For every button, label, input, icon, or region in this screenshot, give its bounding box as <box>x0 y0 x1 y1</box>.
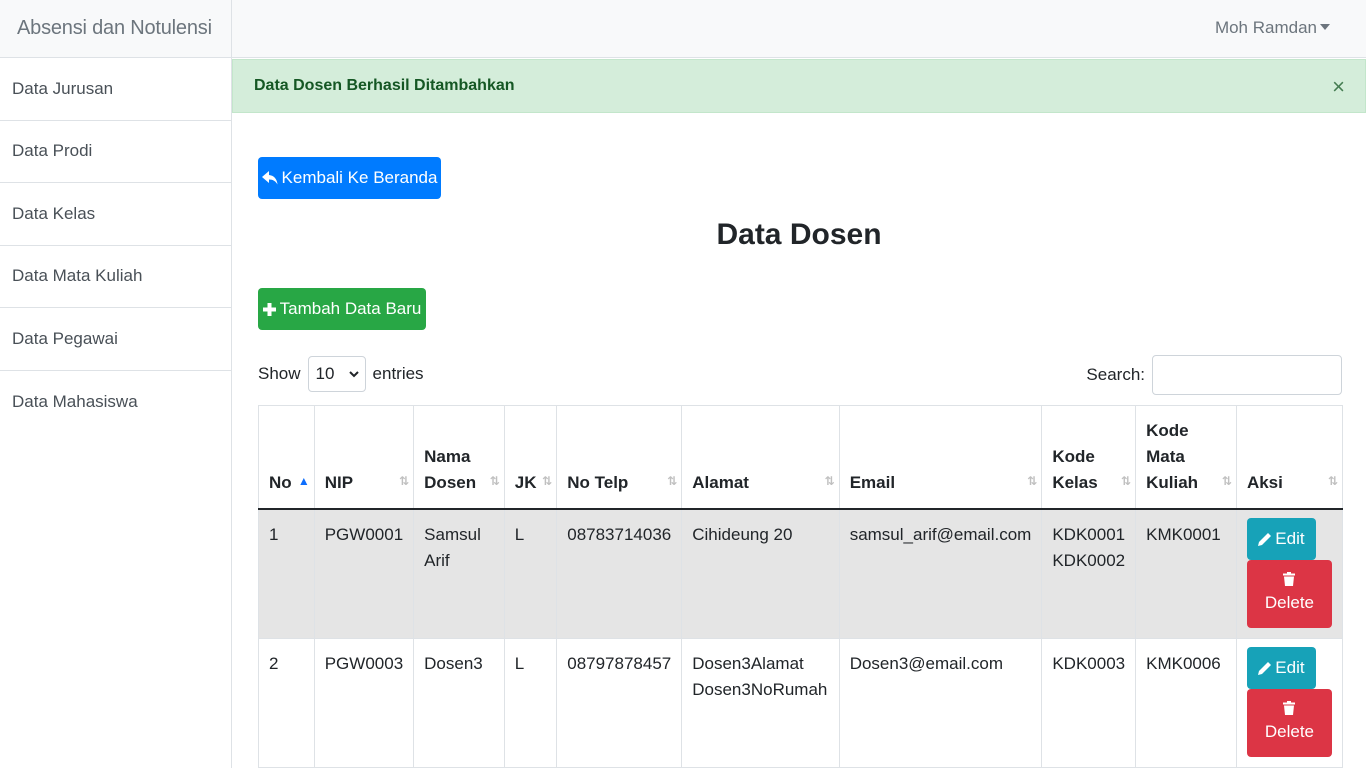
delete-button[interactable]: Delete <box>1246 688 1332 757</box>
column-header-kode-kelas[interactable]: Kode Kelas ⇅ <box>1041 405 1137 510</box>
pencil-icon <box>1258 532 1272 546</box>
back-button-label: Kembali Ke Beranda <box>281 168 438 187</box>
cell-nip: PGW0003 <box>313 637 415 768</box>
entries-select-value: 10 <box>315 364 335 383</box>
search-input[interactable] <box>1152 355 1342 395</box>
cell-nip: PGW0001 <box>313 508 415 639</box>
column-header-nip[interactable]: NIP ⇅ <box>313 405 415 510</box>
table-search: Search: <box>1086 355 1342 395</box>
cell-alamat: Dosen3Alamat Dosen3NoRumah <box>681 637 840 768</box>
column-header-no[interactable]: No ▲ <box>258 405 315 510</box>
trash-icon <box>1283 571 1296 586</box>
cell-nama: Samsul Arif <box>413 508 505 639</box>
entries-label: entries <box>372 364 424 383</box>
cell-no: 1 <box>258 508 315 639</box>
sort-asc-icon: ▲ <box>297 473 310 488</box>
search-label: Search: <box>1086 365 1145 384</box>
delete-button[interactable]: Delete <box>1246 559 1332 628</box>
sidebar-item-data-pegawai[interactable]: Data Pegawai <box>0 308 231 371</box>
trash-icon <box>1283 700 1296 715</box>
column-header-kode-mata-kuliah[interactable]: Kode Mata Kuliah ⇅ <box>1135 405 1237 510</box>
cell-telp: 08783714036 <box>556 508 683 639</box>
cell-telp: 08797878457 <box>556 637 683 768</box>
pencil-icon <box>1258 661 1272 675</box>
sidebar: Absensi dan Notulensi Data Jurusan Data … <box>0 0 232 768</box>
sort-icon: ⇅ <box>489 473 500 488</box>
dosen-table: No ▲ NIP ⇅ Nama Dosen ⇅ JK ⇅ No Telp ⇅ Alamat… <box>258 405 1344 768</box>
add-new-data-button[interactable]: Tambah Data Baru <box>258 288 426 330</box>
user-name: Moh Ramdan <box>1214 18 1317 37</box>
cell-kode-kelas: KDK0001 KDK0002 <box>1041 508 1137 639</box>
sort-icon: ⇅ <box>1027 473 1038 488</box>
cell-email: samsul_arif@email.com <box>838 508 1043 639</box>
page-title: Data Dosen <box>716 218 882 251</box>
cell-email: Dosen3@email.com <box>838 637 1043 768</box>
reply-icon <box>261 171 278 185</box>
edit-button[interactable]: Edit <box>1246 517 1316 560</box>
sort-icon: ⇅ <box>542 473 553 488</box>
column-header-jk[interactable]: JK ⇅ <box>503 405 558 510</box>
back-to-home-button[interactable]: Kembali Ke Beranda <box>258 157 441 199</box>
sort-icon: ⇅ <box>1221 473 1232 488</box>
sidebar-item-data-kelas[interactable]: Data Kelas <box>0 183 231 246</box>
sort-icon: ⇅ <box>399 473 410 488</box>
edit-button[interactable]: Edit <box>1246 646 1316 689</box>
show-label: Show <box>258 364 301 383</box>
top-navbar: Moh Ramdan <box>232 0 1366 58</box>
cell-aksi: Edit Delete <box>1235 637 1344 768</box>
alert-message: Data Dosen Berhasil Ditambahkan <box>254 77 515 94</box>
cell-alamat: Cihideung 20 <box>681 508 840 639</box>
sort-icon: ⇅ <box>1121 473 1132 488</box>
show-entries: Show 10 entries <box>258 356 424 392</box>
sidebar-item-data-mahasiswa[interactable]: Data Mahasiswa <box>0 371 231 434</box>
sidebar-item-data-mata-kuliah[interactable]: Data Mata Kuliah <box>0 246 231 308</box>
cell-kode-mk: KMK0001 <box>1135 508 1237 639</box>
caret-down-icon <box>1320 24 1330 30</box>
column-header-email[interactable]: Email ⇅ <box>838 405 1043 510</box>
table-row: 2 PGW0003 Dosen3 L 08797878457 Dosen3Ala… <box>258 637 1344 768</box>
column-header-no-telp[interactable]: No Telp ⇅ <box>556 405 683 510</box>
table-header-row: No ▲ NIP ⇅ Nama Dosen ⇅ JK ⇅ No Telp ⇅ Alamat… <box>258 405 1344 510</box>
cell-kode-mk: KMK0006 <box>1135 637 1237 768</box>
column-header-aksi[interactable]: Aksi ⇅ <box>1235 405 1344 510</box>
column-header-nama-dosen[interactable]: Nama Dosen ⇅ <box>413 405 505 510</box>
column-header-alamat[interactable]: Alamat ⇅ <box>681 405 840 510</box>
sort-icon: ⇅ <box>824 473 835 488</box>
add-button-label: Tambah Data Baru <box>279 299 422 318</box>
plus-icon <box>262 302 276 316</box>
sort-icon: ⇅ <box>1327 473 1338 488</box>
alert-close-button[interactable]: × <box>1332 76 1345 98</box>
sidebar-item-data-jurusan[interactable]: Data Jurusan <box>0 58 231 121</box>
cell-aksi: Edit Delete <box>1235 508 1344 639</box>
entries-select[interactable]: 10 <box>307 356 366 392</box>
cell-jk: L <box>503 637 558 768</box>
cell-kode-kelas: KDK0003 <box>1041 637 1137 768</box>
cell-no: 2 <box>258 637 315 768</box>
brand-title[interactable]: Absensi dan Notulensi <box>0 0 231 58</box>
table-row: 1 PGW0001 Samsul Arif L 08783714036 Cihi… <box>258 508 1344 639</box>
cell-nama: Dosen3 <box>413 637 505 768</box>
chevron-down-icon <box>348 370 359 377</box>
success-alert: Data Dosen Berhasil Ditambahkan × <box>232 59 1366 113</box>
cell-jk: L <box>503 508 558 639</box>
user-dropdown[interactable]: Moh Ramdan <box>1215 18 1330 38</box>
sort-icon: ⇅ <box>667 473 678 488</box>
sidebar-item-data-prodi[interactable]: Data Prodi <box>0 121 231 183</box>
